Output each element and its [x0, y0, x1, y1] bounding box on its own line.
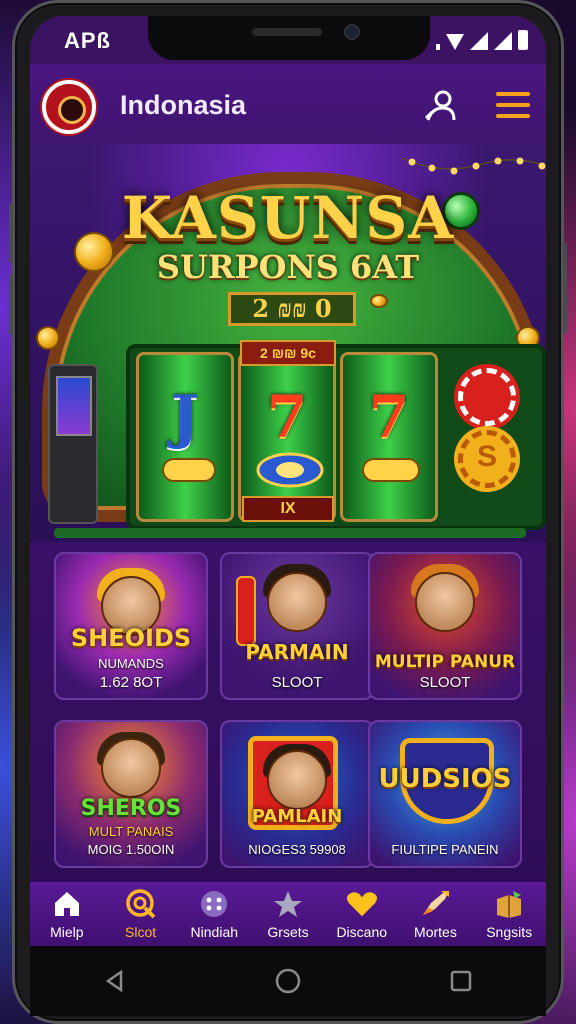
brand-title: Indonasia: [120, 90, 247, 120]
reel-1: J: [136, 352, 234, 522]
wifi-icon: [446, 34, 464, 50]
status-bar: APß: [30, 16, 546, 64]
game-title: PAMLAIN: [251, 806, 343, 827]
jackpot-plaque: 2 ₪₪ 0: [228, 292, 356, 326]
star-icon: [272, 888, 304, 920]
game-title: PARMAIN: [245, 640, 349, 664]
roulette-logo-icon[interactable]: [42, 80, 96, 134]
app-screen: APß Indonasia KASUNSA SURPONS 6AT 2 ₪₪ 0…: [30, 16, 546, 946]
front-camera-icon: [344, 24, 360, 40]
nav-item-home[interactable]: Mielp: [30, 882, 104, 946]
game-grid: SHEOIDS NUMANDS 1.62 8OT PARMAIN SLOOT M…: [30, 542, 546, 882]
volume-up-button: [9, 203, 13, 263]
character-portrait: [101, 738, 161, 798]
string-lights-icon: [402, 157, 546, 175]
slot-lever-icon: [236, 576, 256, 646]
dice-icon: [198, 888, 230, 920]
signal-icon: [436, 44, 440, 50]
nav-label: Discano: [336, 924, 388, 940]
gold-coin-icon: [36, 326, 60, 350]
rocket-icon: [419, 888, 451, 920]
system-icons: [436, 30, 528, 50]
battery-icon: [518, 30, 528, 50]
gift-box-icon: [493, 888, 525, 920]
recents-icon[interactable]: [449, 969, 473, 993]
game-title: SHEOIDS: [70, 624, 192, 652]
game-card[interactable]: MULTIP PANUR SLOOT: [368, 552, 522, 700]
hero-base: [54, 528, 526, 538]
power-button: [563, 243, 567, 333]
hero-subtitle: SURPONS 6AT: [156, 248, 420, 286]
app-header: Indonasia: [30, 64, 546, 144]
volume-down-button: [9, 275, 13, 335]
game-meta: MOIG 1.50OIN: [87, 842, 175, 857]
reel-3: 7: [340, 352, 438, 522]
carrier-label: APß: [64, 28, 111, 53]
back-icon[interactable]: [103, 969, 127, 993]
nav-label: Grsets: [267, 924, 309, 940]
game-subtitle: MULT PANAIS: [88, 824, 174, 839]
character-portrait: [267, 572, 327, 632]
slot-icon: [125, 888, 157, 920]
arcade-machine-icon: [48, 364, 98, 524]
hero-title: KASUNSA: [121, 184, 455, 252]
home-icon: [51, 888, 83, 920]
nav-item-gift[interactable]: Sngsits: [472, 882, 546, 946]
game-meta: 1.62 8OT: [99, 674, 163, 691]
home-circle-icon[interactable]: [274, 967, 302, 995]
poker-chip-icon: [458, 368, 516, 426]
reel-symbol: 7: [266, 383, 308, 451]
nav-item-heart[interactable]: Discano: [325, 882, 399, 946]
hero-banner[interactable]: KASUNSA SURPONS 6AT 2 ₪₪ 0 J 7 7 2 ₪₪ 9c…: [30, 144, 546, 542]
game-title: SHEROS: [80, 796, 182, 821]
reel-symbol: J: [171, 383, 199, 451]
nav-item-dice[interactable]: Nindiah: [177, 882, 251, 946]
game-subtitle: NUMANDS: [98, 656, 164, 671]
spin-button[interactable]: IX: [242, 496, 334, 522]
game-card[interactable]: SHEOIDS NUMANDS 1.62 8OT: [54, 552, 208, 700]
bar-symbol-icon: [162, 458, 216, 482]
gold-coin-icon: [370, 294, 388, 308]
camera-notch: [148, 16, 430, 60]
game-card[interactable]: UUDSIOS FIULTIPE PANEIN: [368, 720, 522, 868]
game-title: MULTIP PANUR: [374, 652, 516, 672]
game-card[interactable]: PARMAIN SLOOT: [220, 552, 374, 700]
nav-item-rocket[interactable]: Mortes: [399, 882, 473, 946]
reel-top-label: 2 ₪₪ 9c: [240, 340, 336, 366]
nav-label: Slcot: [125, 924, 157, 940]
melon-symbol-icon: [256, 452, 324, 488]
nav-label: Mortes: [414, 924, 457, 940]
speaker-grille: [252, 28, 322, 36]
bar-symbol-icon: [362, 458, 420, 482]
signal-bars-icon: [470, 32, 488, 50]
game-subtitle: FIULTIPE PANEIN: [391, 842, 499, 857]
heart-icon: [346, 888, 378, 920]
game-card[interactable]: SHEROS MULT PANAIS MOIG 1.50OIN: [54, 720, 208, 868]
nav-label: Nindiah: [190, 924, 239, 940]
game-card[interactable]: PAMLAIN NIOGES3 59908: [220, 720, 374, 868]
hamburger-menu-icon[interactable]: [496, 88, 530, 122]
nav-label: Sngsits: [486, 924, 533, 940]
bottom-nav: Mielp Slcot Nindiah Grsets Discano Morte…: [30, 882, 546, 946]
character-portrait: [267, 750, 327, 810]
reel-symbol: 7: [368, 383, 410, 451]
nav-label: Mielp: [50, 924, 84, 940]
nav-item-star[interactable]: Grsets: [251, 882, 325, 946]
character-portrait: [415, 572, 475, 632]
game-title: UUDSIOS: [378, 764, 512, 794]
game-subtitle: NIOGES3 59908: [248, 842, 346, 857]
dollar-chip-icon: S: [458, 430, 516, 488]
android-nav-bar: [30, 946, 546, 1016]
game-subtitle: SLOOT: [271, 674, 323, 691]
nav-item-slot[interactable]: Slcot: [104, 882, 178, 946]
signal-bars-2-icon: [494, 32, 512, 50]
game-subtitle: SLOOT: [419, 674, 471, 691]
user-icon[interactable]: [422, 88, 458, 124]
